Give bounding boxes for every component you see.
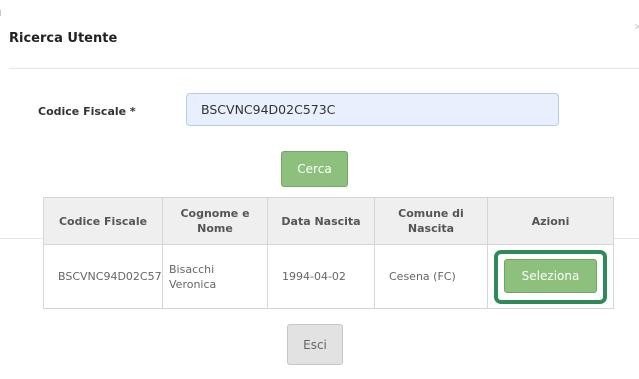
cell-data-nascita: 1994-04-02 — [267, 244, 375, 309]
header-divider — [9, 68, 639, 69]
dialog-corner-mark — [0, 10, 4, 16]
cell-azioni: Seleziona — [487, 244, 614, 309]
seleziona-highlight: Seleziona — [494, 249, 607, 304]
table-row: BSCVNC94D02C573C Bisacchi Veronica 1994-… — [43, 244, 614, 309]
cell-cognome-nome: Bisacchi Veronica — [162, 244, 268, 309]
header-codice-fiscale: Codice Fiscale — [43, 197, 163, 245]
esci-button[interactable]: Esci — [287, 324, 343, 365]
seleziona-button[interactable]: Seleziona — [504, 258, 597, 293]
results-table: Codice Fiscale Cognome e Nome Data Nasci… — [43, 197, 614, 309]
table-header-row: Codice Fiscale Cognome e Nome Data Nasci… — [43, 197, 614, 245]
dialog-title: Ricerca Utente — [9, 31, 118, 46]
cell-comune-nascita: Cesena (FC) — [374, 244, 488, 309]
cell-codice-fiscale: BSCVNC94D02C573C — [43, 244, 163, 309]
close-icon[interactable]: × — [633, 20, 639, 33]
header-data-nascita: Data Nascita — [267, 197, 375, 245]
header-cognome-nome: Cognome e Nome — [162, 197, 268, 245]
header-azioni: Azioni — [487, 197, 614, 245]
codice-fiscale-input[interactable] — [186, 93, 559, 126]
header-comune-nascita: Comune di Nascita — [374, 197, 488, 245]
codice-fiscale-label: Codice Fiscale * — [38, 105, 136, 118]
cerca-button[interactable]: Cerca — [281, 151, 348, 187]
